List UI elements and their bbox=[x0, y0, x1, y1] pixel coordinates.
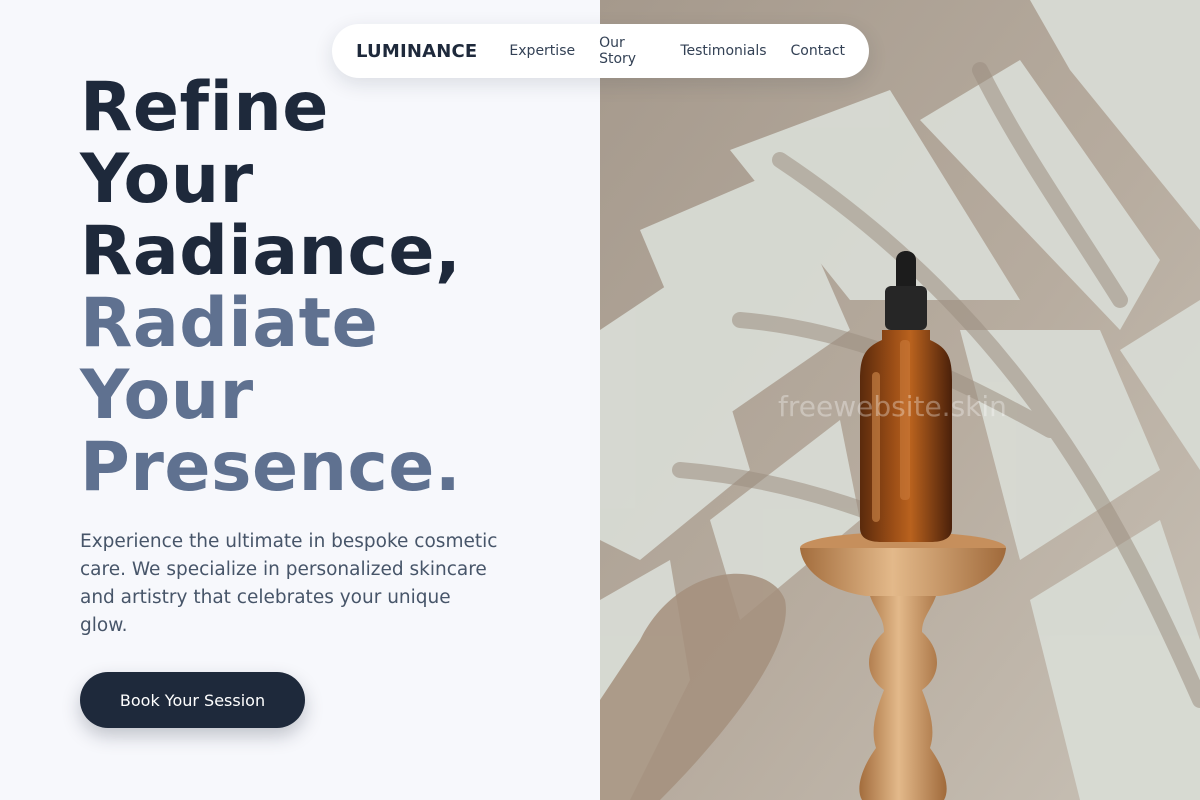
nav-link-contact[interactable]: Contact bbox=[791, 43, 845, 59]
book-session-button[interactable]: Book Your Session bbox=[80, 672, 305, 728]
nav-link-our-story[interactable]: Our Story bbox=[599, 35, 656, 67]
headline-line-muted: Your bbox=[80, 356, 254, 435]
watermark-text: freewebsite.skin bbox=[778, 390, 1007, 423]
hero-headline: Refine Your Radiance, Radiate Your Prese… bbox=[80, 72, 461, 504]
hero-description: Experience the ultimate in bespoke cosme… bbox=[80, 531, 498, 636]
nav-link-testimonials[interactable]: Testimonials bbox=[680, 43, 766, 59]
brand-logo[interactable]: LUMINANCE bbox=[356, 41, 477, 62]
hero-text-panel: Refine Your Radiance, Radiate Your Prese… bbox=[0, 0, 600, 800]
headline-line: Refine bbox=[80, 68, 329, 147]
nav-link-expertise[interactable]: Expertise bbox=[509, 43, 575, 59]
headline-line: Radiance, bbox=[80, 212, 462, 291]
headline-line: Your bbox=[80, 140, 254, 219]
top-nav: LUMINANCE Expertise Our Story Testimonia… bbox=[332, 24, 869, 78]
headline-line-muted: Radiate bbox=[80, 284, 379, 363]
headline-line-muted: Presence. bbox=[80, 428, 462, 507]
